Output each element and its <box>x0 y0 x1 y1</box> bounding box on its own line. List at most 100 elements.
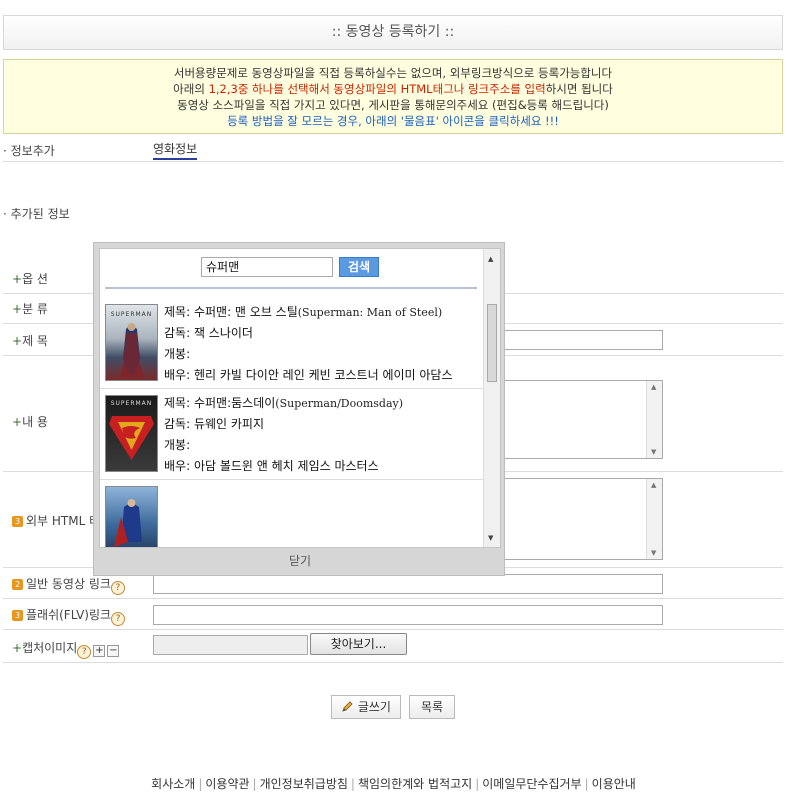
footer-separator: | <box>475 777 480 791</box>
footer-link-privacy[interactable]: 개인정보취급방침 <box>260 777 348 791</box>
director-label: 감독: <box>164 417 194 431</box>
notice-line-2-highlight: 1,2,3중 하나를 선택해서 동영상파일의 HTML태그나 링크주소를 입력 <box>208 82 546 96</box>
external-html-label-text: 외부 HTML 태 <box>26 514 101 528</box>
movie-poster-image <box>105 486 158 547</box>
scroll-down-icon[interactable]: ▼ <box>651 549 656 557</box>
flash-link-label-text: 플래쉬(FLV)링크 <box>26 608 112 622</box>
help-icon[interactable]: ? <box>77 645 92 659</box>
external-html-label: 3 외부 HTML 태 <box>12 512 100 529</box>
capture-image-row: +캡처이미지? + − 찾아보기... <box>3 630 783 663</box>
scroll-up-icon[interactable]: ▲ <box>651 383 656 391</box>
movie-title: 수퍼맨: 맨 오브 스틸 <box>193 305 298 319</box>
poster-text: SUPERMAN <box>110 400 153 407</box>
footer-separator: | <box>198 777 203 791</box>
scroll-thumb[interactable] <box>487 304 497 382</box>
movie-title-en: (Superman/Doomsday) <box>275 397 404 410</box>
movie-poster-image: SUPERMAN <box>105 395 158 472</box>
movie-search-input[interactable]: 슈퍼맨 <box>201 257 333 277</box>
content-scrollbar[interactable]: ▲ ▼ <box>646 381 662 458</box>
footer-link-email-policy[interactable]: 이메일무단수집거부 <box>482 777 581 791</box>
browse-button[interactable]: 찾아보기... <box>310 633 407 655</box>
scroll-up-icon[interactable]: ▲ <box>651 481 656 489</box>
notice-line-2-pre: 아래의 <box>173 82 209 96</box>
footer-links: 회사소개 | 이용약관 | 개인정보취급방침 | 책임의한계와 법적고지 | 이메일무단수집거부… <box>0 775 787 792</box>
scroll-down-icon[interactable]: ▼ <box>488 534 493 542</box>
file-path-input[interactable] <box>153 635 308 655</box>
content-label-text: 내 용 <box>22 415 48 429</box>
plus-mark: + <box>12 641 23 655</box>
footer-link-company[interactable]: 회사소개 <box>151 777 195 791</box>
movie-search-button[interactable]: 검색 <box>339 257 379 277</box>
search-divider <box>105 287 477 289</box>
external-html-scrollbar[interactable]: ▲ ▼ <box>646 479 662 559</box>
movie-director: 잭 스나이더 <box>193 326 253 340</box>
movie-actors-line: 배우: 아담 볼드윈 앤 헤치 제임스 마스터스 <box>164 456 403 477</box>
add-image-button[interactable]: + <box>93 645 106 657</box>
content-label: +내 용 <box>12 413 48 430</box>
scroll-up-icon[interactable]: ▲ <box>488 255 493 263</box>
movie-result-item[interactable] <box>100 480 485 547</box>
movie-search-popup: 슈퍼맨 검색 SUPERMAN 제목: 수퍼맨: 맨 오브 스틸(Superma… <box>93 242 505 576</box>
capture-image-label-text: 캡처이미지 <box>22 641 78 655</box>
footer-separator: | <box>252 777 257 791</box>
popup-scrollbar[interactable]: ▲ ▼ <box>483 249 500 547</box>
page-title: :: 동영상 등록하기 :: <box>3 15 783 50</box>
movie-result-item[interactable]: SUPERMAN 제목: 수퍼맨: 맨 오브 스틸(Superman: Man … <box>100 298 485 389</box>
footer-link-terms[interactable]: 이용약관 <box>205 777 249 791</box>
notice-line-4: 등록 방법을 잘 모르는 경우, 아래의 '물음표' 아이콘을 클릭하세요 !!… <box>227 114 559 128</box>
footer-link-legal[interactable]: 책임의한계와 법적고지 <box>358 777 472 791</box>
notice-box: 서버용량문제로 동영상파일을 직접 등록하실수는 없으며, 외부링크방식으로 등… <box>3 59 783 134</box>
footer-separator: | <box>584 777 589 791</box>
number-2-icon: 2 <box>12 579 23 590</box>
movie-result-info: 제목: 수퍼맨:둠스데이(Superman/Doomsday) 감독: 듀웨인 … <box>164 393 403 477</box>
movie-director-line: 감독: 듀웨인 카피지 <box>164 414 403 435</box>
added-info-label: · 추가된 정보 <box>3 207 70 221</box>
write-button-label: 글쓰기 <box>357 700 391 714</box>
movie-director: 듀웨인 카피지 <box>193 417 265 431</box>
movie-title-line: 제목: 수퍼맨: 맨 오브 스틸(Superman: Man of Steel) <box>164 302 453 323</box>
actors-label: 배우: <box>164 368 194 382</box>
help-icon[interactable]: ? <box>110 581 125 595</box>
title-label: 제목: <box>164 396 194 410</box>
video-link-input[interactable] <box>153 574 663 594</box>
category-label-text: 분 류 <box>22 302 48 316</box>
capture-image-label: +캡처이미지? + − <box>12 639 120 659</box>
info-add-row: · 정보추가 영화정보 <box>3 138 783 162</box>
notice-line-1: 서버용량문제로 동영상파일을 직접 등록하실수는 없으며, 외부링크방식으로 등… <box>173 66 613 80</box>
footer-separator: | <box>350 777 355 791</box>
flash-link-row: 3 플래쉬(FLV)링크? <box>3 599 783 630</box>
movie-release-line: 개봉: <box>164 347 191 361</box>
subject-label-text: 제 목 <box>22 334 48 348</box>
list-button[interactable]: 목록 <box>409 695 455 719</box>
actors-label: 배우: <box>164 459 194 473</box>
option-label-text: 옵 션 <box>22 272 48 286</box>
movie-actors-line: 배우: 헨리 카빌 다이안 레인 케빈 코스트너 에이미 아담스 <box>164 365 453 386</box>
plus-mark: + <box>12 302 23 316</box>
popup-close-button[interactable]: 닫기 <box>99 550 501 572</box>
pencil-icon <box>341 698 354 720</box>
movie-result-info: 제목: 수퍼맨: 맨 오브 스틸(Superman: Man of Steel)… <box>164 302 453 386</box>
write-button[interactable]: 글쓰기 <box>331 695 401 719</box>
scroll-down-icon[interactable]: ▼ <box>651 448 656 456</box>
movie-release-line: 개봉: <box>164 438 191 452</box>
remove-image-button[interactable]: − <box>107 645 120 657</box>
movie-poster-image: SUPERMAN <box>105 304 158 381</box>
option-label: +옵 션 <box>12 270 48 287</box>
popup-content: 슈퍼맨 검색 SUPERMAN 제목: 수퍼맨: 맨 오브 스틸(Superma… <box>99 248 501 548</box>
movie-title-line: 제목: 수퍼맨:둠스데이(Superman/Doomsday) <box>164 393 403 414</box>
flash-link-input[interactable] <box>153 605 663 625</box>
movie-director-line: 감독: 잭 스나이더 <box>164 323 453 344</box>
notice-line-2-post: 하시면 됩니다 <box>545 82 613 96</box>
plus-mark: + <box>12 334 23 348</box>
info-add-label: · 정보추가 <box>3 144 55 158</box>
video-link-label: 2 일반 동영상 링크? <box>12 575 125 595</box>
footer-link-guide[interactable]: 이용안내 <box>592 777 636 791</box>
notice-line-2: 아래의 1,2,3중 하나를 선택해서 동영상파일의 HTML태그나 링크주소를… <box>4 81 782 97</box>
tab-movie-info[interactable]: 영화정보 <box>153 140 198 160</box>
movie-result-item[interactable]: SUPERMAN 제목: 수퍼맨:둠스데이(Superman/Doomsday)… <box>100 389 485 480</box>
category-label: +분 류 <box>12 300 48 317</box>
flash-link-label: 3 플래쉬(FLV)링크? <box>12 606 126 626</box>
notice-line-3: 동영상 소스파일을 직접 가지고 있다면, 게시판을 통해문의주세요 (편집&등… <box>177 98 609 112</box>
poster-text: SUPERMAN <box>110 311 153 318</box>
help-icon[interactable]: ? <box>111 612 126 626</box>
